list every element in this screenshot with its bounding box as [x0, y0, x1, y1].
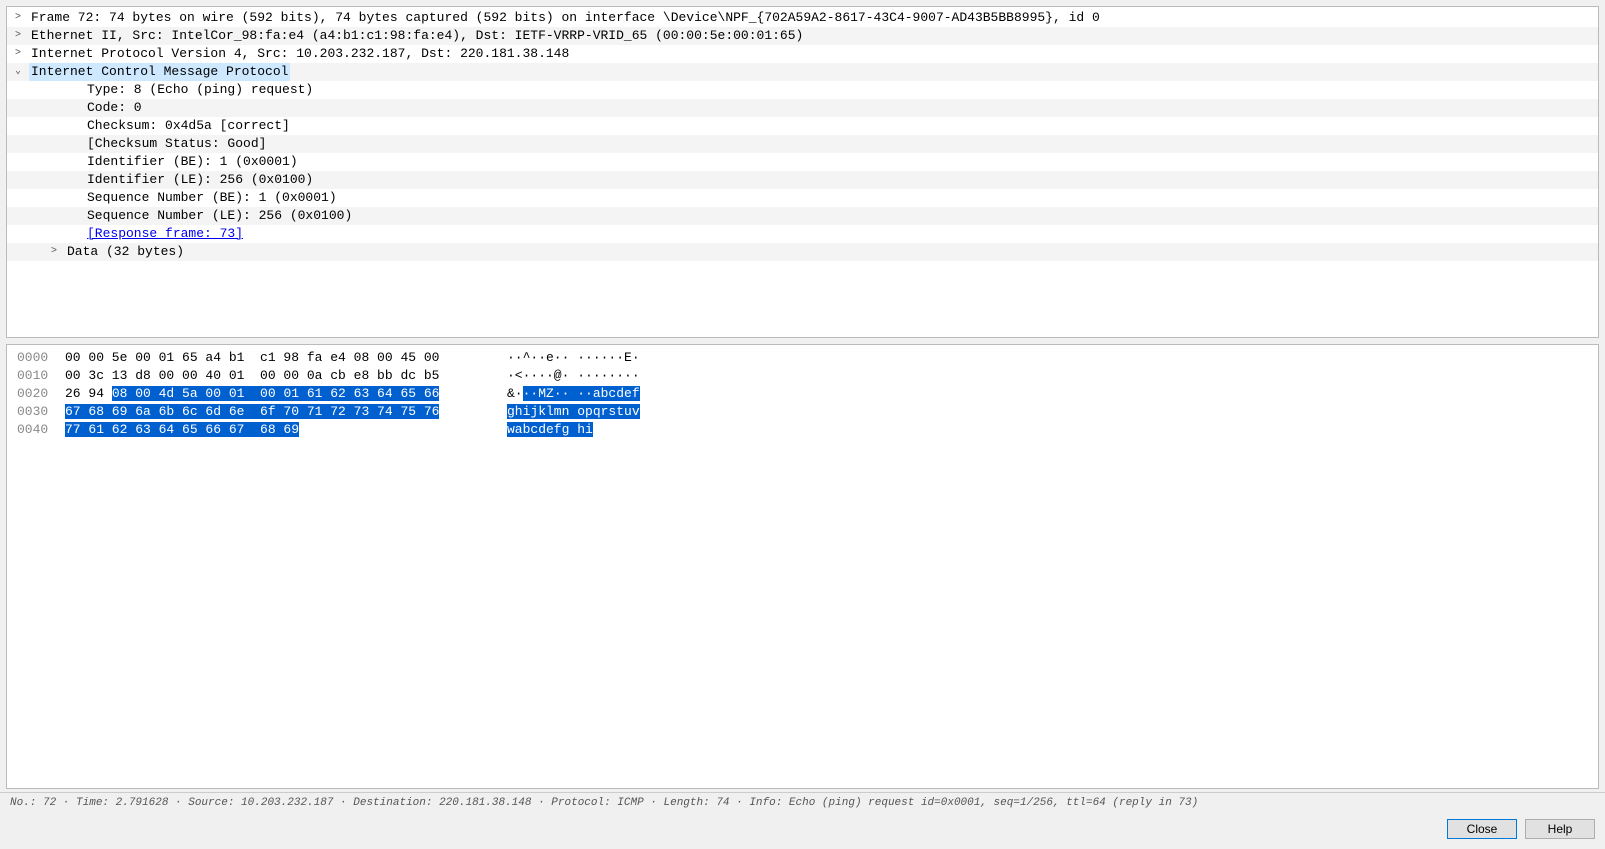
tree-label: Sequence Number (LE): 256 (0x0100) [85, 207, 354, 225]
hex-ascii[interactable]: wabcdefg hi [495, 421, 593, 439]
tree-label: [Checksum Status: Good] [85, 135, 268, 153]
tree-row[interactable]: [Checksum Status: Good] [7, 135, 1598, 153]
chevron-right-icon[interactable]: > [11, 45, 25, 63]
hex-bytes[interactable]: 67 68 69 6a 6b 6c 6d 6e 6f 70 71 72 73 7… [65, 403, 495, 421]
tree-row[interactable]: >Data (32 bytes) [7, 243, 1598, 261]
hex-bytes[interactable]: 00 3c 13 d8 00 00 40 01 00 00 0a cb e8 b… [65, 367, 495, 385]
hex-row[interactable]: 003067 68 69 6a 6b 6c 6d 6e 6f 70 71 72 … [7, 403, 1598, 421]
help-button[interactable]: Help [1525, 819, 1595, 839]
close-button[interactable]: Close [1447, 819, 1517, 839]
tree-row[interactable]: [Response frame: 73] [7, 225, 1598, 243]
tree-label: Identifier (BE): 1 (0x0001) [85, 153, 300, 171]
tree-row[interactable]: Identifier (LE): 256 (0x0100) [7, 171, 1598, 189]
tree-link[interactable]: [Response frame: 73] [85, 225, 245, 243]
packet-details-tree[interactable]: >Frame 72: 74 bytes on wire (592 bits), … [6, 6, 1599, 338]
tree-label: Internet Control Message Protocol [29, 63, 290, 81]
hex-row[interactable]: 004077 61 62 63 64 65 66 67 68 69wabcdef… [7, 421, 1598, 439]
tree-label: Sequence Number (BE): 1 (0x0001) [85, 189, 339, 207]
tree-row-selected[interactable]: ⌄Internet Control Message Protocol [7, 63, 1598, 81]
chevron-right-icon[interactable]: > [11, 27, 25, 45]
tree-row[interactable]: Type: 8 (Echo (ping) request) [7, 81, 1598, 99]
hex-offset: 0010 [7, 367, 65, 385]
hex-bytes[interactable]: 77 61 62 63 64 65 66 67 68 69 [65, 421, 495, 439]
packet-bytes-hex[interactable]: 000000 00 5e 00 01 65 a4 b1 c1 98 fa e4 … [6, 344, 1599, 789]
tree-label: Frame 72: 74 bytes on wire (592 bits), 7… [29, 9, 1102, 27]
button-bar: Close Help [0, 813, 1605, 849]
hex-row[interactable]: 000000 00 5e 00 01 65 a4 b1 c1 98 fa e4 … [7, 349, 1598, 367]
hex-ascii[interactable]: &···MZ·· ··abcdef [495, 385, 640, 403]
chevron-right-icon[interactable]: > [11, 9, 25, 27]
hex-offset: 0000 [7, 349, 65, 367]
hex-offset: 0040 [7, 421, 65, 439]
tree-row[interactable]: >Frame 72: 74 bytes on wire (592 bits), … [7, 9, 1598, 27]
status-bar: No.: 72 · Time: 2.791628 · Source: 10.20… [0, 792, 1605, 813]
hex-offset: 0030 [7, 403, 65, 421]
hex-bytes[interactable]: 26 94 08 00 4d 5a 00 01 00 01 61 62 63 6… [65, 385, 495, 403]
tree-row[interactable]: Sequence Number (LE): 256 (0x0100) [7, 207, 1598, 225]
chevron-right-icon[interactable]: > [47, 243, 61, 261]
tree-row[interactable]: Code: 0 [7, 99, 1598, 117]
hex-bytes[interactable]: 00 00 5e 00 01 65 a4 b1 c1 98 fa e4 08 0… [65, 349, 495, 367]
tree-label: Data (32 bytes) [65, 243, 186, 261]
tree-label: Internet Protocol Version 4, Src: 10.203… [29, 45, 571, 63]
hex-offset: 0020 [7, 385, 65, 403]
tree-row[interactable]: Checksum: 0x4d5a [correct] [7, 117, 1598, 135]
tree-label: Checksum: 0x4d5a [correct] [85, 117, 292, 135]
tree-label: Type: 8 (Echo (ping) request) [85, 81, 315, 99]
tree-row[interactable]: >Ethernet II, Src: IntelCor_98:fa:e4 (a4… [7, 27, 1598, 45]
tree-label: Code: 0 [85, 99, 144, 117]
tree-label: Identifier (LE): 256 (0x0100) [85, 171, 315, 189]
hex-ascii[interactable]: ·<····@· ········ [495, 367, 640, 385]
hex-ascii[interactable]: ghijklmn opqrstuv [495, 403, 640, 421]
tree-label: Ethernet II, Src: IntelCor_98:fa:e4 (a4:… [29, 27, 805, 45]
chevron-down-icon[interactable]: ⌄ [11, 63, 25, 81]
hex-row[interactable]: 002026 94 08 00 4d 5a 00 01 00 01 61 62 … [7, 385, 1598, 403]
tree-row[interactable]: >Internet Protocol Version 4, Src: 10.20… [7, 45, 1598, 63]
tree-row[interactable]: Identifier (BE): 1 (0x0001) [7, 153, 1598, 171]
tree-row[interactable]: Sequence Number (BE): 1 (0x0001) [7, 189, 1598, 207]
hex-row[interactable]: 001000 3c 13 d8 00 00 40 01 00 00 0a cb … [7, 367, 1598, 385]
hex-ascii[interactable]: ··^··e·· ······E· [495, 349, 640, 367]
